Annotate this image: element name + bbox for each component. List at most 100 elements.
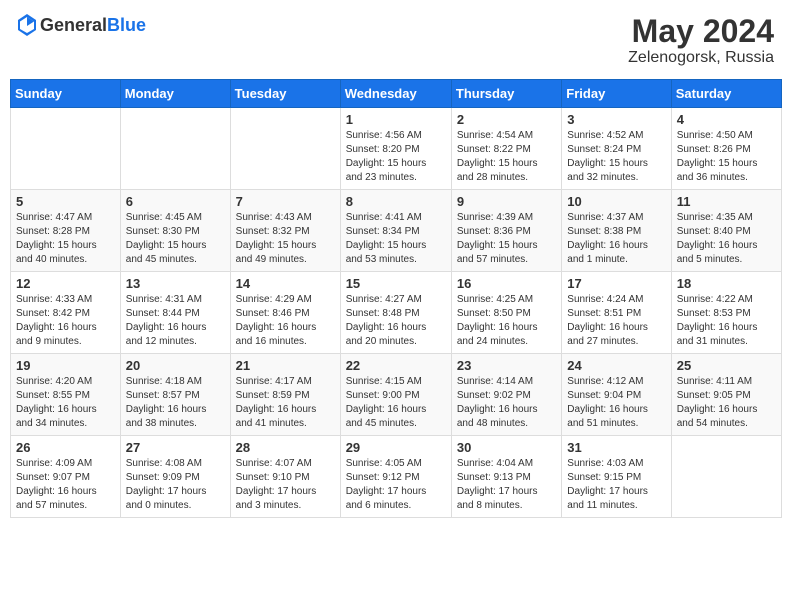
day-info: Sunrise: 4:31 AMSunset: 8:44 PMDaylight:… <box>126 293 225 349</box>
calendar-cell: 12Sunrise: 4:33 AMSunset: 8:42 PMDayligh… <box>11 272 121 354</box>
calendar-cell: 29 Sunrise: 4:05 AMSunset: 9:12 PMDayligh… <box>340 436 451 518</box>
day-info: Sunrise: 4:39 AMSunset: 8:36 PMDaylight:… <box>457 211 556 267</box>
calendar-table: SundayMondayTuesdayWednesdayThursdayFrid… <box>10 79 782 518</box>
day-info: Sunrise: 4:08 AMSunset: 9:09 PMDaylight:… <box>126 457 225 513</box>
calendar-cell: 16 Sunrise: 4:25 AMSunset: 8:50 PMDayligh… <box>451 272 561 354</box>
calendar-cell: 22Sunrise: 4:15 AMSunset: 9:00 PMDayligh… <box>340 354 451 436</box>
location-label: Zelenogorsk, Russia <box>628 49 774 67</box>
day-number: 31 <box>567 440 665 455</box>
day-info: Sunrise: 4:25 AMSunset: 8:50 PMDaylight:… <box>457 293 556 349</box>
day-info: Sunrise: 4:37 AMSunset: 8:38 PMDaylight:… <box>567 211 665 267</box>
day-number: 5 <box>16 194 115 209</box>
day-info: Sunrise: 4:24 AMSunset: 8:51 PMDaylight:… <box>567 293 665 349</box>
day-number: 8 <box>346 194 446 209</box>
calendar-cell: 18Sunrise: 4:22 AMSunset: 8:53 PMDayligh… <box>671 272 781 354</box>
day-info: Sunrise: 4:47 AMSunset: 8:28 PMDaylight:… <box>16 211 115 267</box>
day-info: Sunrise: 4:12 AMSunset: 9:04 PMDaylight:… <box>567 375 665 431</box>
day-info: Sunrise: 4:18 AMSunset: 8:57 PMDaylight:… <box>126 375 225 431</box>
calendar-cell: 13 Sunrise: 4:31 AMSunset: 8:44 PMDayligh… <box>120 272 230 354</box>
day-number: 23 <box>457 358 556 373</box>
calendar-cell: 15 Sunrise: 4:27 AMSunset: 8:48 PMDayligh… <box>340 272 451 354</box>
day-info: Sunrise: 4:09 AMSunset: 9:07 PMDaylight:… <box>16 457 115 513</box>
calendar-cell: 7 Sunrise: 4:43 AMSunset: 8:32 PMDaylight… <box>230 190 340 272</box>
day-number: 21 <box>236 358 335 373</box>
calendar-cell: 9 Sunrise: 4:39 AMSunset: 8:36 PMDaylight… <box>451 190 561 272</box>
calendar-week-row: 26Sunrise: 4:09 AMSunset: 9:07 PMDayligh… <box>11 436 782 518</box>
calendar-week-row: 12Sunrise: 4:33 AMSunset: 8:42 PMDayligh… <box>11 272 782 354</box>
logo: General Blue <box>18 14 146 36</box>
day-info: Sunrise: 4:35 AMSunset: 8:40 PMDaylight:… <box>677 211 776 267</box>
day-number: 27 <box>126 440 225 455</box>
day-info: Sunrise: 4:04 AMSunset: 9:13 PMDaylight:… <box>457 457 556 513</box>
calendar-cell: 2Sunrise: 4:54 AMSunset: 8:22 PMDaylight… <box>451 108 561 190</box>
day-of-week-header: Wednesday <box>340 80 451 108</box>
day-info: Sunrise: 4:56 AMSunset: 8:20 PMDaylight:… <box>346 129 446 185</box>
day-number: 25 <box>677 358 776 373</box>
day-info: Sunrise: 4:05 AMSunset: 9:12 PMDaylight:… <box>346 457 446 513</box>
calendar-cell <box>671 436 781 518</box>
day-number: 20 <box>126 358 225 373</box>
logo-blue: Blue <box>107 16 146 34</box>
day-number: 9 <box>457 194 556 209</box>
day-info: Sunrise: 4:20 AMSunset: 8:55 PMDaylight:… <box>16 375 115 431</box>
day-number: 28 <box>236 440 335 455</box>
day-number: 15 <box>346 276 446 291</box>
day-info: Sunrise: 4:54 AMSunset: 8:22 PMDaylight:… <box>457 129 556 185</box>
day-info: Sunrise: 4:03 AMSunset: 9:15 PMDaylight:… <box>567 457 665 513</box>
day-info: Sunrise: 4:29 AMSunset: 8:46 PMDaylight:… <box>236 293 335 349</box>
day-info: Sunrise: 4:52 AMSunset: 8:24 PMDaylight:… <box>567 129 665 185</box>
day-number: 7 <box>236 194 335 209</box>
day-number: 14 <box>236 276 335 291</box>
calendar-cell: 8 Sunrise: 4:41 AMSunset: 8:34 PMDaylight… <box>340 190 451 272</box>
calendar-cell: 19 Sunrise: 4:20 AMSunset: 8:55 PMDayligh… <box>11 354 121 436</box>
logo-general: General <box>40 16 107 34</box>
calendar-cell: 17Sunrise: 4:24 AMSunset: 8:51 PMDayligh… <box>562 272 671 354</box>
calendar-cell: 5 Sunrise: 4:47 AMSunset: 8:28 PMDaylight… <box>11 190 121 272</box>
day-info: Sunrise: 4:07 AMSunset: 9:10 PMDaylight:… <box>236 457 335 513</box>
calendar-cell: 21Sunrise: 4:17 AMSunset: 8:59 PMDayligh… <box>230 354 340 436</box>
day-number: 13 <box>126 276 225 291</box>
calendar-week-row: 19 Sunrise: 4:20 AMSunset: 8:55 PMDayligh… <box>11 354 782 436</box>
day-number: 30 <box>457 440 556 455</box>
calendar-cell: 23Sunrise: 4:14 AMSunset: 9:02 PMDayligh… <box>451 354 561 436</box>
day-info: Sunrise: 4:27 AMSunset: 8:48 PMDaylight:… <box>346 293 446 349</box>
day-info: Sunrise: 4:41 AMSunset: 8:34 PMDaylight:… <box>346 211 446 267</box>
calendar-header-row: SundayMondayTuesdayWednesdayThursdayFrid… <box>11 80 782 108</box>
day-info: Sunrise: 4:45 AMSunset: 8:30 PMDaylight:… <box>126 211 225 267</box>
calendar-cell: 11Sunrise: 4:35 AMSunset: 8:40 PMDayligh… <box>671 190 781 272</box>
day-number: 29 <box>346 440 446 455</box>
logo-text: General Blue <box>40 16 146 34</box>
title-section: May 2024 Zelenogorsk, Russia <box>628 14 774 67</box>
day-info: Sunrise: 4:15 AMSunset: 9:00 PMDaylight:… <box>346 375 446 431</box>
calendar-cell <box>11 108 121 190</box>
day-of-week-header: Thursday <box>451 80 561 108</box>
day-number: 19 <box>16 358 115 373</box>
day-number: 1 <box>346 112 446 127</box>
month-year-title: May 2024 <box>628 14 774 49</box>
calendar-cell: 30 Sunrise: 4:04 AMSunset: 9:13 PMDayligh… <box>451 436 561 518</box>
day-info: Sunrise: 4:43 AMSunset: 8:32 PMDaylight:… <box>236 211 335 267</box>
day-info: Sunrise: 4:22 AMSunset: 8:53 PMDaylight:… <box>677 293 776 349</box>
calendar-cell: 14 Sunrise: 4:29 AMSunset: 8:46 PMDayligh… <box>230 272 340 354</box>
day-number: 6 <box>126 194 225 209</box>
calendar-cell: 20 Sunrise: 4:18 AMSunset: 8:57 PMDayligh… <box>120 354 230 436</box>
calendar-week-row: 1 Sunrise: 4:56 AMSunset: 8:20 PMDaylight… <box>11 108 782 190</box>
calendar-cell: 4 Sunrise: 4:50 AMSunset: 8:26 PMDaylight… <box>671 108 781 190</box>
day-number: 10 <box>567 194 665 209</box>
day-of-week-header: Tuesday <box>230 80 340 108</box>
day-of-week-header: Saturday <box>671 80 781 108</box>
calendar-cell: 26Sunrise: 4:09 AMSunset: 9:07 PMDayligh… <box>11 436 121 518</box>
calendar-cell: 28 Sunrise: 4:07 AMSunset: 9:10 PMDayligh… <box>230 436 340 518</box>
day-number: 4 <box>677 112 776 127</box>
page-header: General Blue May 2024 Zelenogorsk, Russi… <box>10 10 782 71</box>
day-of-week-header: Monday <box>120 80 230 108</box>
day-info: Sunrise: 4:11 AMSunset: 9:05 PMDaylight:… <box>677 375 776 431</box>
day-info: Sunrise: 4:50 AMSunset: 8:26 PMDaylight:… <box>677 129 776 185</box>
day-number: 12 <box>16 276 115 291</box>
day-number: 3 <box>567 112 665 127</box>
calendar-cell: 31 Sunrise: 4:03 AMSunset: 9:15 PMDayligh… <box>562 436 671 518</box>
day-of-week-header: Sunday <box>11 80 121 108</box>
day-number: 16 <box>457 276 556 291</box>
calendar-cell: 27 Sunrise: 4:08 AMSunset: 9:09 PMDayligh… <box>120 436 230 518</box>
calendar-cell: 10 Sunrise: 4:37 AMSunset: 8:38 PMDayligh… <box>562 190 671 272</box>
